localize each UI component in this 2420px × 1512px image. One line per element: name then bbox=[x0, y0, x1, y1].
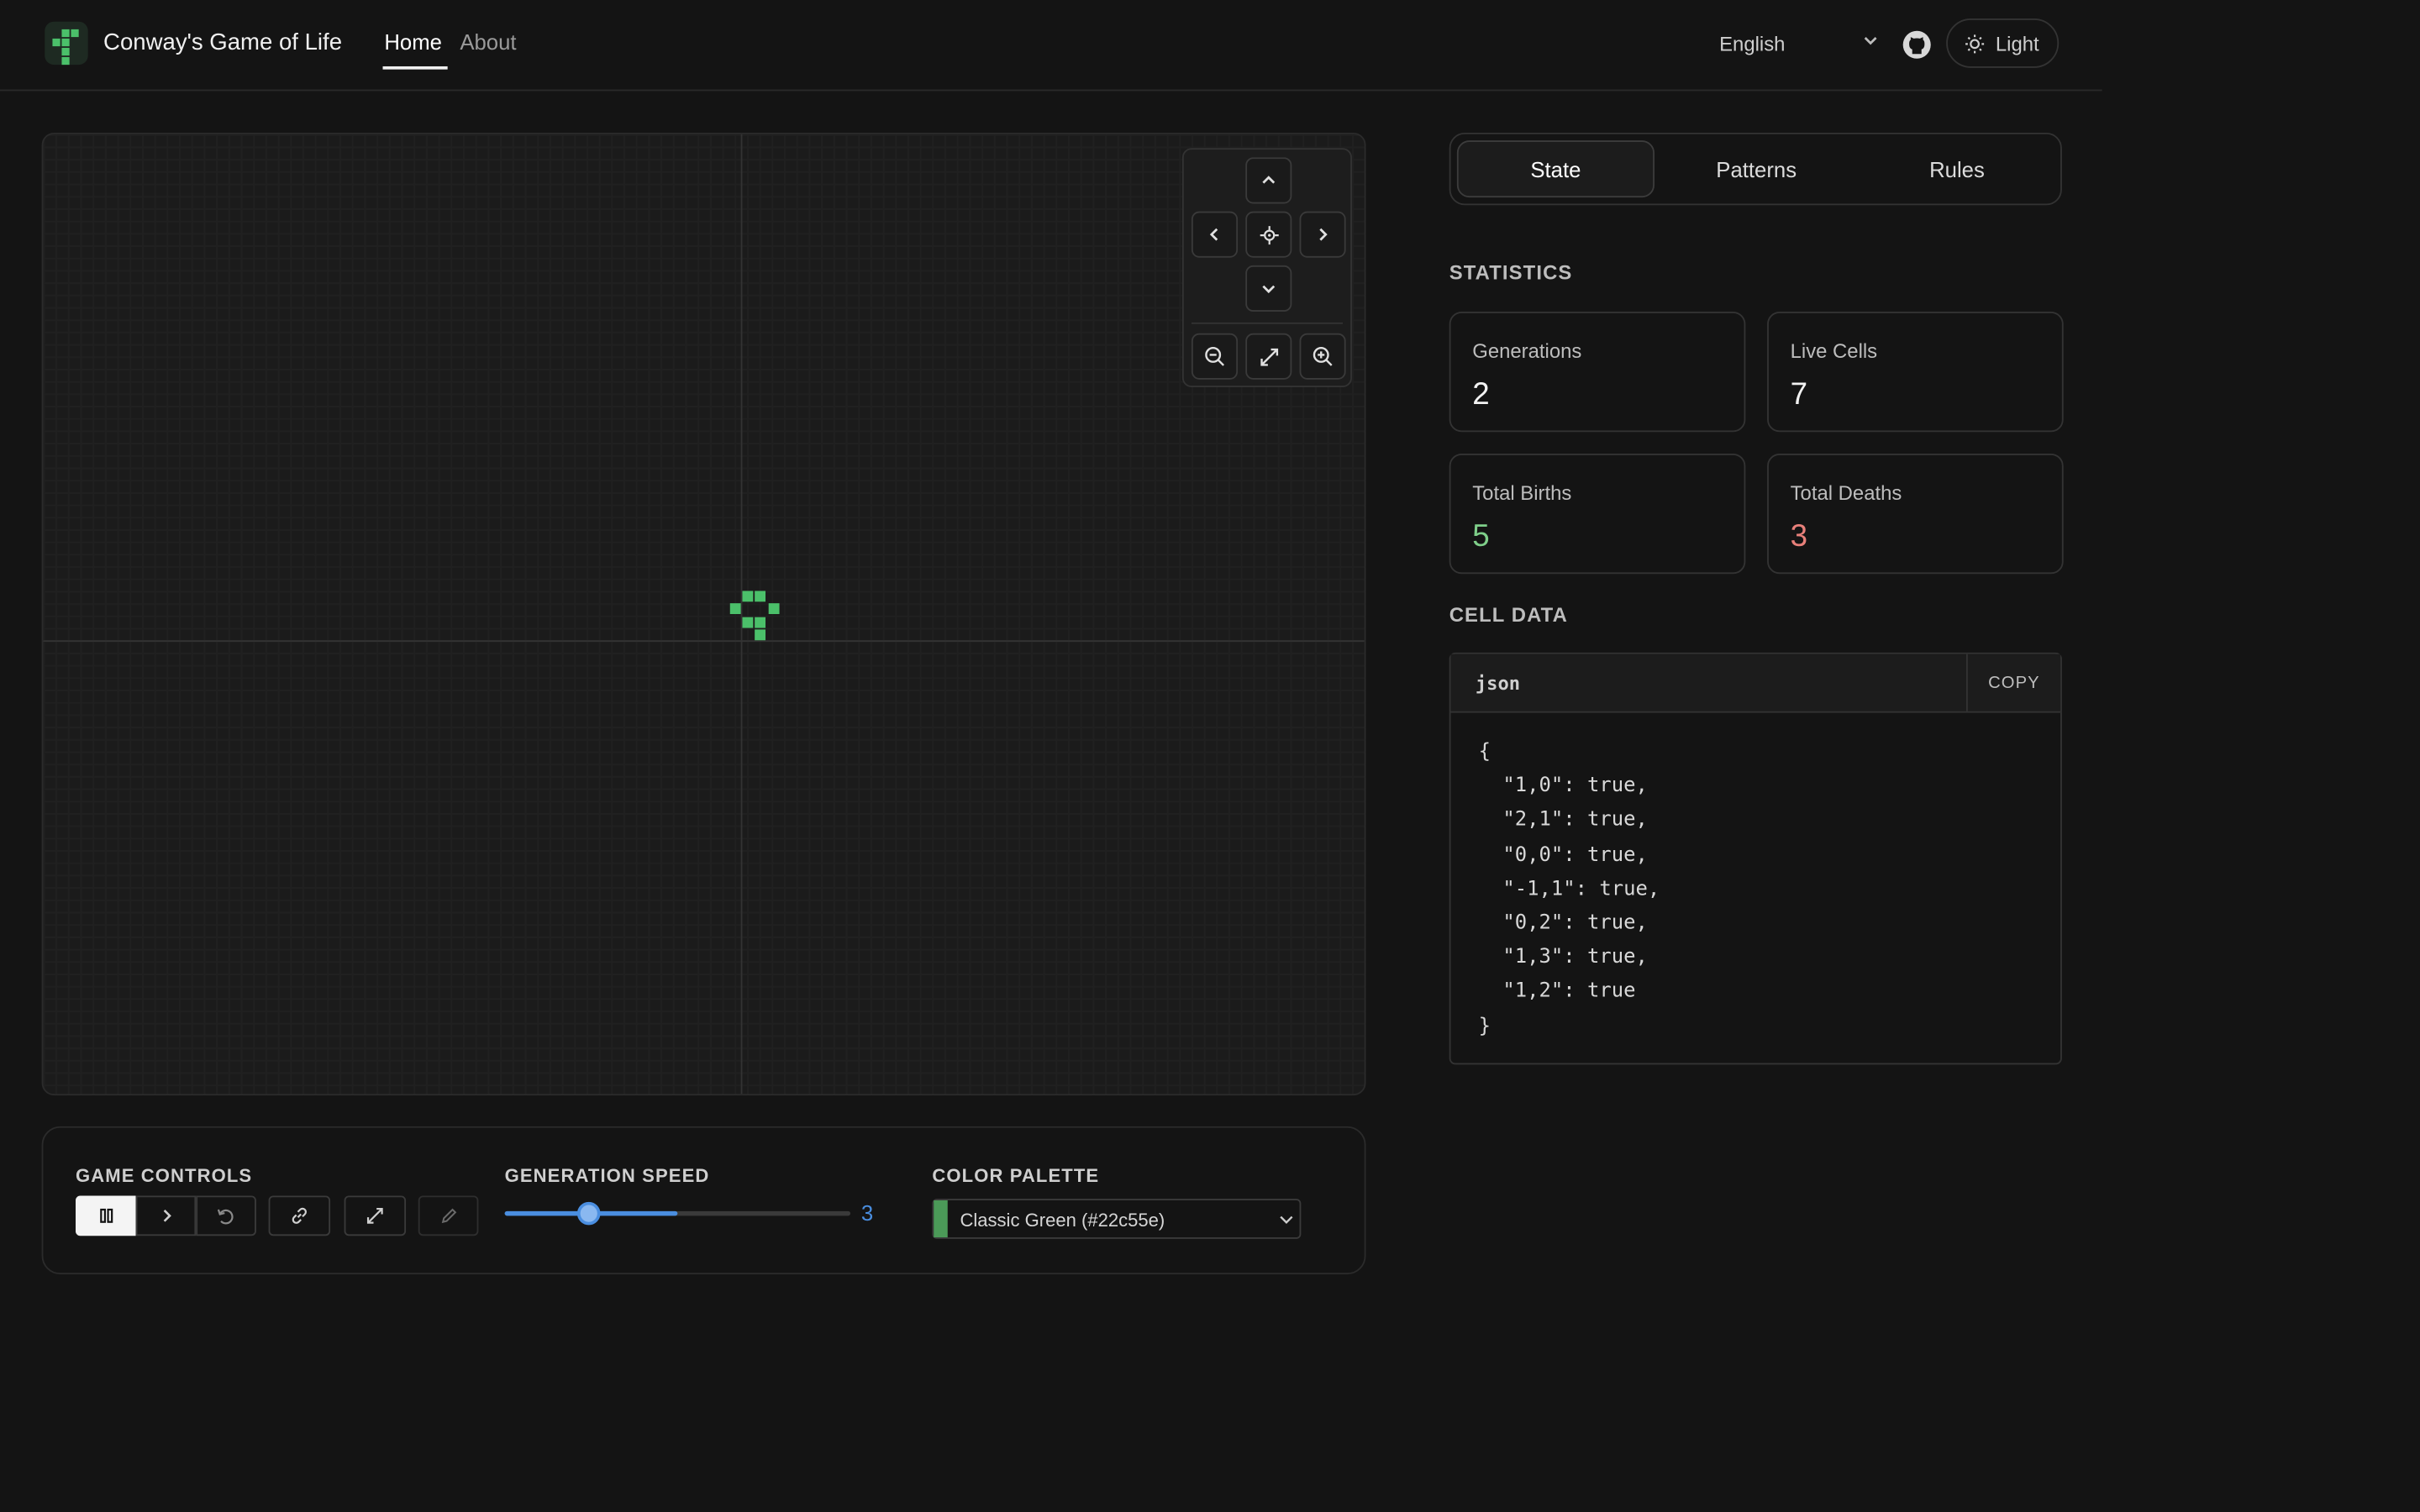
fit-view-button[interactable] bbox=[1245, 333, 1292, 380]
zoom-out-button[interactable] bbox=[1191, 333, 1239, 380]
stat-value: 2 bbox=[1472, 377, 1490, 412]
theme-toggle-button[interactable]: Light bbox=[1946, 18, 2060, 68]
zoom-out-icon bbox=[1205, 346, 1225, 366]
chevron-left-icon bbox=[1209, 228, 1218, 241]
zoom-in-button[interactable] bbox=[1299, 333, 1346, 380]
nav-home[interactable]: Home bbox=[384, 29, 442, 54]
live-cell bbox=[742, 617, 754, 628]
tab-rules[interactable]: Rules bbox=[1858, 140, 2055, 197]
stat-label: Live Cells bbox=[1790, 339, 1878, 363]
reset-icon bbox=[217, 1208, 234, 1224]
stat-value: 3 bbox=[1790, 519, 1808, 554]
pencil-icon bbox=[440, 1208, 456, 1224]
zoom-in-icon bbox=[1313, 346, 1333, 366]
speed-slider[interactable] bbox=[504, 1201, 851, 1226]
stat-label: Total Births bbox=[1472, 481, 1572, 505]
sun-icon bbox=[1965, 34, 1985, 54]
stat-live-cells: Live Cells 7 bbox=[1767, 312, 2064, 433]
generation-speed-label: GENERATION SPEED bbox=[504, 1164, 710, 1187]
stat-value: 7 bbox=[1790, 377, 1808, 412]
pan-left-button[interactable] bbox=[1191, 211, 1239, 258]
y-axis-line bbox=[740, 134, 743, 1095]
chevron-up-icon bbox=[1262, 176, 1276, 184]
cell-data-json[interactable]: { "1,0": true, "2,1": true, "0,0": true,… bbox=[1479, 736, 1660, 1044]
live-cell bbox=[755, 629, 766, 641]
nav-about[interactable]: About bbox=[460, 29, 516, 54]
expand-icon bbox=[366, 1207, 383, 1224]
viewport-navigation-pad bbox=[1181, 148, 1352, 388]
step-button[interactable] bbox=[135, 1195, 197, 1236]
nav-active-indicator bbox=[382, 66, 448, 70]
theme-label: Light bbox=[1995, 32, 2039, 56]
chevron-down-icon bbox=[1864, 37, 1877, 45]
live-cell bbox=[755, 617, 766, 628]
pan-up-button[interactable] bbox=[1245, 157, 1292, 204]
controls-panel: GAME CONTROLS GENERATION SPEED 3 COLOR P… bbox=[41, 1126, 1366, 1275]
app-logo[interactable] bbox=[45, 21, 88, 66]
link-icon bbox=[292, 1207, 307, 1224]
crosshair-icon bbox=[1259, 225, 1278, 244]
live-cell bbox=[755, 591, 766, 602]
pan-right-button[interactable] bbox=[1299, 211, 1346, 258]
copy-button[interactable]: COPY bbox=[1965, 654, 2060, 711]
life-grid-canvas[interactable] bbox=[41, 132, 1366, 1096]
chevron-down-icon bbox=[1280, 1215, 1293, 1224]
palette-selected-value: Classic Green (#22c55e) bbox=[960, 1209, 1165, 1231]
tab-state[interactable]: State bbox=[1456, 140, 1655, 198]
stat-label: Generations bbox=[1472, 339, 1582, 363]
live-cell bbox=[729, 603, 740, 615]
statistics-title: STATISTICS bbox=[1449, 260, 1573, 284]
pad-divider bbox=[1191, 322, 1343, 324]
code-language-label: json bbox=[1475, 672, 1521, 695]
language-select[interactable]: English bbox=[1719, 33, 1785, 56]
reset-button[interactable] bbox=[196, 1195, 256, 1236]
expand-icon bbox=[1260, 347, 1278, 365]
chevron-right-icon bbox=[1319, 228, 1328, 241]
x-axis-line bbox=[43, 640, 1365, 643]
stat-generations: Generations 2 bbox=[1449, 312, 1746, 433]
stat-value: 5 bbox=[1472, 519, 1490, 554]
pause-button[interactable] bbox=[75, 1195, 136, 1236]
github-icon[interactable] bbox=[1902, 29, 1933, 60]
palette-swatch bbox=[934, 1200, 948, 1238]
app-title[interactable]: Conway's Game of Life bbox=[103, 29, 342, 55]
pause-icon bbox=[99, 1208, 113, 1223]
cell-data-code-block: json COPY { "1,0": true, "2,1": true, "0… bbox=[1449, 652, 2062, 1065]
speed-value: 3 bbox=[860, 1200, 874, 1226]
stat-label: Total Deaths bbox=[1790, 481, 1902, 505]
chevron-down-icon bbox=[1262, 285, 1276, 294]
recenter-button[interactable] bbox=[1245, 211, 1292, 258]
stat-total-deaths: Total Deaths 3 bbox=[1767, 453, 2064, 575]
draw-mode-button[interactable] bbox=[418, 1195, 479, 1236]
pan-down-button[interactable] bbox=[1245, 265, 1292, 312]
share-link-button[interactable] bbox=[268, 1195, 331, 1236]
live-cell bbox=[768, 603, 780, 615]
color-palette-label: COLOR PALETTE bbox=[932, 1164, 1100, 1187]
code-header: json COPY bbox=[1450, 654, 2061, 713]
sidebar-tabs: State Patterns Rules bbox=[1449, 132, 2062, 206]
live-cell bbox=[742, 591, 754, 602]
fullscreen-button[interactable] bbox=[344, 1195, 407, 1236]
speed-slider-thumb[interactable] bbox=[576, 1201, 601, 1226]
cell-data-title: CELL DATA bbox=[1449, 603, 1568, 627]
chevron-right-icon bbox=[162, 1210, 171, 1222]
top-bar: Conway's Game of Life Home About English… bbox=[0, 0, 2102, 92]
game-controls-label: GAME CONTROLS bbox=[75, 1164, 253, 1187]
tab-patterns[interactable]: Patterns bbox=[1658, 140, 1855, 197]
stat-total-births: Total Births 5 bbox=[1449, 453, 1746, 575]
color-palette-select[interactable]: Classic Green (#22c55e) bbox=[932, 1199, 1302, 1239]
